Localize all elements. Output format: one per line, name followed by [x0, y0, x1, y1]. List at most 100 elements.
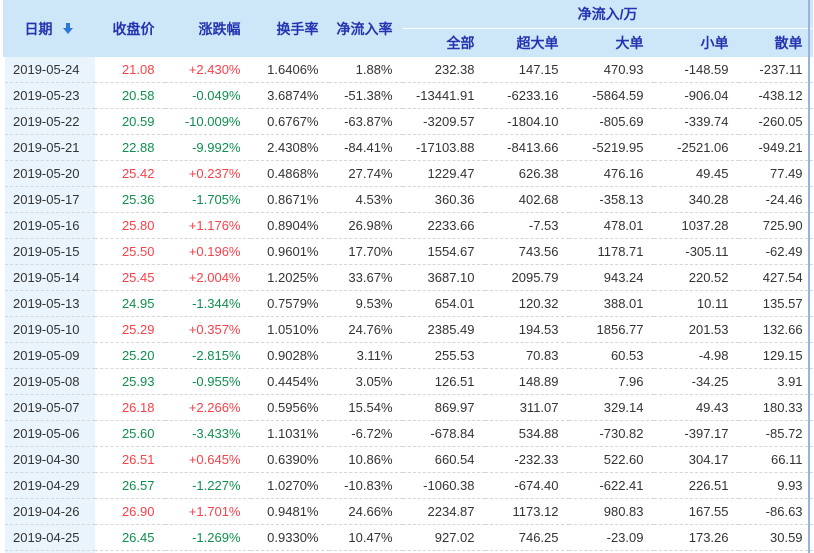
cell-large: 329.14: [569, 395, 654, 421]
table-row[interactable]: 2019-05-1324.95-1.344%0.7579%9.53%654.01…: [3, 291, 813, 317]
column-header-inflow-rate[interactable]: 净流入率: [329, 0, 403, 57]
cell-large: -805.69: [569, 109, 654, 135]
cell-change: -0.955%: [165, 369, 251, 395]
cell-small: -4.98: [654, 343, 739, 369]
cell-super-large: 746.25: [485, 525, 569, 551]
cell-change: -1.269%: [165, 525, 251, 551]
cell-inflow-rate: 27.74%: [329, 161, 403, 187]
column-header-super-large[interactable]: 超大单: [485, 29, 569, 58]
cell-all: 360.36: [403, 187, 485, 213]
cell-all: 232.38: [403, 57, 485, 83]
cell-large: 388.01: [569, 291, 654, 317]
table-row[interactable]: 2019-05-2122.88-9.992%2.4308%-84.41%-171…: [3, 135, 813, 161]
cell-scattered: 77.49: [739, 161, 813, 187]
cell-large: -5864.59: [569, 83, 654, 109]
cell-change: +0.237%: [165, 161, 251, 187]
table-row[interactable]: 2019-05-2025.42+0.237%0.4868%27.74%1229.…: [3, 161, 813, 187]
cell-small: -2521.06: [654, 135, 739, 161]
cell-turnover: 0.8671%: [251, 187, 329, 213]
column-header-close[interactable]: 收盘价: [95, 0, 165, 57]
cell-change: -9.992%: [165, 135, 251, 161]
cell-date: 2019-05-06: [3, 421, 95, 447]
cell-inflow-rate: 33.67%: [329, 265, 403, 291]
cell-all: 126.51: [403, 369, 485, 395]
cell-super-large: 120.32: [485, 291, 569, 317]
table-row[interactable]: 2019-05-2320.58-0.049%3.6874%-51.38%-134…: [3, 83, 813, 109]
cell-inflow-rate: 10.86%: [329, 447, 403, 473]
column-header-scattered[interactable]: 散单: [739, 29, 813, 58]
cell-all: 869.97: [403, 395, 485, 421]
column-header-turnover[interactable]: 换手率: [251, 0, 329, 57]
cell-super-large: -7.53: [485, 213, 569, 239]
cell-close: 26.51: [95, 447, 165, 473]
table-row[interactable]: 2019-04-3026.51+0.645%0.6390%10.86%660.5…: [3, 447, 813, 473]
cell-turnover: 0.6767%: [251, 109, 329, 135]
cell-super-large: -232.33: [485, 447, 569, 473]
cell-small: 49.43: [654, 395, 739, 421]
cell-change: -1.344%: [165, 291, 251, 317]
cell-small: -906.04: [654, 83, 739, 109]
table-row[interactable]: 2019-05-2220.59-10.009%0.6767%-63.87%-32…: [3, 109, 813, 135]
table-row[interactable]: 2019-05-0625.60-3.433%1.1031%-6.72%-678.…: [3, 421, 813, 447]
cell-super-large: 402.68: [485, 187, 569, 213]
cell-date: 2019-05-21: [3, 135, 95, 161]
cell-inflow-rate: 3.05%: [329, 369, 403, 395]
column-header-change[interactable]: 涨跌幅: [165, 0, 251, 57]
table-row[interactable]: 2019-04-2626.90+1.701%0.9481%24.66%2234.…: [3, 499, 813, 525]
cell-date: 2019-05-08: [3, 369, 95, 395]
cell-close: 25.60: [95, 421, 165, 447]
cell-inflow-rate: 3.11%: [329, 343, 403, 369]
sort-descending-icon[interactable]: [63, 23, 73, 35]
cell-inflow-rate: -84.41%: [329, 135, 403, 161]
cell-super-large: -1804.10: [485, 109, 569, 135]
table-row[interactable]: 2019-05-1725.36-1.705%0.8671%4.53%360.36…: [3, 187, 813, 213]
cell-inflow-rate: 26.98%: [329, 213, 403, 239]
table-row[interactable]: 2019-05-1525.50+0.196%0.9601%17.70%1554.…: [3, 239, 813, 265]
cell-inflow-rate: 1.88%: [329, 57, 403, 83]
cell-close: 25.45: [95, 265, 165, 291]
cell-change: +2.430%: [165, 57, 251, 83]
cell-scattered: 132.66: [739, 317, 813, 343]
table-row[interactable]: 2019-05-1425.45+2.004%1.2025%33.67%3687.…: [3, 265, 813, 291]
cell-scattered: -62.49: [739, 239, 813, 265]
cell-inflow-rate: 4.53%: [329, 187, 403, 213]
cell-turnover: 0.9481%: [251, 499, 329, 525]
table-row[interactable]: 2019-04-2526.45-1.269%0.9330%10.47%927.0…: [3, 525, 813, 551]
column-header-large[interactable]: 大单: [569, 29, 654, 58]
cell-small: -34.25: [654, 369, 739, 395]
column-header-date[interactable]: 日期: [3, 0, 95, 57]
cell-date: 2019-05-14: [3, 265, 95, 291]
table-row[interactable]: 2019-05-1625.80+1.176%0.8904%26.98%2233.…: [3, 213, 813, 239]
cell-inflow-rate: -10.83%: [329, 473, 403, 499]
cell-all: 2385.49: [403, 317, 485, 343]
table-row[interactable]: 2019-05-1025.29+0.357%1.0510%24.76%2385.…: [3, 317, 813, 343]
table-row[interactable]: 2019-05-0726.18+2.266%0.5956%15.54%869.9…: [3, 395, 813, 421]
cell-turnover: 1.0510%: [251, 317, 329, 343]
cell-large: 478.01: [569, 213, 654, 239]
cell-all: 3687.10: [403, 265, 485, 291]
cell-super-large: -674.40: [485, 473, 569, 499]
table-row[interactable]: 2019-04-2926.57-1.227%1.0270%-10.83%-106…: [3, 473, 813, 499]
table-body: 2019-05-2421.08+2.430%1.6406%1.88%232.38…: [3, 57, 813, 553]
cell-large: 1856.77: [569, 317, 654, 343]
cell-date: 2019-05-23: [3, 83, 95, 109]
table-row[interactable]: 2019-05-0825.93-0.955%0.4454%3.05%126.51…: [3, 369, 813, 395]
cell-small: -305.11: [654, 239, 739, 265]
table-row[interactable]: 2019-05-2421.08+2.430%1.6406%1.88%232.38…: [3, 57, 813, 83]
cell-date: 2019-05-09: [3, 343, 95, 369]
table-row[interactable]: 2019-05-0925.20-2.815%0.9028%3.11%255.53…: [3, 343, 813, 369]
column-header-small[interactable]: 小单: [654, 29, 739, 58]
window-right-border: [808, 0, 810, 553]
cell-inflow-rate: 17.70%: [329, 239, 403, 265]
cell-change: -1.227%: [165, 473, 251, 499]
cell-scattered: 725.90: [739, 213, 813, 239]
column-header-all[interactable]: 全部: [403, 29, 485, 58]
cell-small: -339.74: [654, 109, 739, 135]
cell-large: 476.16: [569, 161, 654, 187]
cell-scattered: -260.05: [739, 109, 813, 135]
cell-close: 25.36: [95, 187, 165, 213]
cell-small: 49.45: [654, 161, 739, 187]
cell-large: 522.60: [569, 447, 654, 473]
column-group-net-inflow: 净流入/万: [403, 0, 813, 29]
cell-date: 2019-04-25: [3, 525, 95, 551]
